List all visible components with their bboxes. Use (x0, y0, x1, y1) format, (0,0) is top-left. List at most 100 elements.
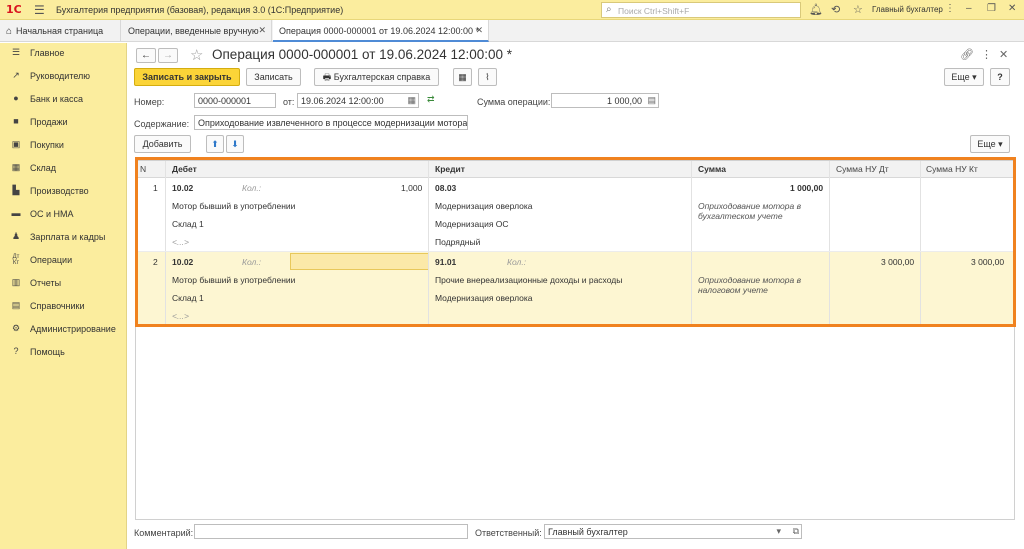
sidebar-item-reports[interactable]: ▥ Отчеты (0, 274, 127, 292)
tab-manual-operations[interactable]: Операции, введенные вручную ✕ (122, 20, 272, 42)
operation-sum-field[interactable]: 1 000,00 ▤ (551, 93, 659, 108)
sidebar-item-label: Покупки (30, 140, 64, 150)
sidebar-item-label: Отчеты (30, 278, 62, 288)
sidebar-item-fixed-assets[interactable]: ▬ ОС и НМА (0, 205, 127, 223)
sidebar-item-label: Главное (30, 48, 65, 58)
calendar-icon[interactable]: ▦ (407, 95, 416, 106)
chevron-down-icon: ▾ (972, 72, 977, 82)
sidebar-item-administration[interactable]: ⚙ Администрирование (0, 320, 127, 338)
postings-button[interactable]: ▦ (453, 68, 472, 86)
sidebar-item-purchases[interactable]: ▣ Покупки (0, 136, 127, 154)
move-down-button[interactable]: ⬇ (226, 135, 244, 153)
menu-icon: ☰ (11, 47, 21, 57)
responsible-field[interactable]: Главный бухгалтер ▾ ⧉ (544, 524, 802, 539)
sidebar-item-sales[interactable]: ■ Продажи (0, 113, 127, 131)
close-form-icon[interactable]: ✕ (999, 48, 1008, 61)
tab-bar: ⌂ Начальная страница Операции, введенные … (0, 20, 1024, 42)
sidebar-item-warehouse[interactable]: ▦ Склад (0, 159, 127, 177)
sidebar-item-label: Операции (30, 255, 73, 265)
sidebar-item-main[interactable]: ☰ Главное (0, 44, 127, 62)
more-button[interactable]: Еще ▾ (944, 68, 984, 86)
main-menu-icon[interactable]: ☰ (34, 3, 45, 17)
sidebar-item-label: Банк и касса (30, 94, 83, 104)
content-field[interactable]: Оприходование извлеченного в процессе мо… (194, 115, 468, 130)
sidebar: ☰ Главное ↗ Руководителю ● Банк и касса ■ Пр… (0, 43, 127, 549)
factory-icon: ▙ (12, 185, 20, 195)
sidebar-item-label: Справочники (30, 301, 85, 311)
truck-icon: ▬ (11, 208, 21, 218)
forward-button[interactable]: → (158, 48, 178, 63)
current-user[interactable]: Главный бухгалтер (872, 5, 943, 14)
table-more-label: Еще (977, 139, 996, 149)
paperclip-icon: ⌇ (485, 72, 490, 82)
attach-file-button[interactable]: ⌇ (478, 68, 497, 86)
link-icon[interactable]: 🔗︎ (960, 48, 974, 61)
save-button[interactable]: Записать (246, 68, 301, 86)
more-label: Еще (951, 72, 970, 82)
document-form: ← → ☆ Операция 0000-000001 от 19.06.2024… (128, 43, 1024, 549)
gear-icon: ⚙ (11, 323, 21, 333)
basket-icon: ▣ (11, 139, 21, 149)
home-icon: ⌂ (6, 26, 13, 37)
bell-icon[interactable]: 🔔︎ (809, 3, 823, 16)
arrow-right-icon: → (163, 50, 173, 61)
sidebar-item-directories[interactable]: ▤ Справочники (0, 297, 127, 315)
comment-field[interactable] (194, 524, 468, 539)
minimize-icon[interactable]: – (966, 3, 972, 14)
app-logo: 1С (6, 3, 22, 16)
sidebar-item-label: Зарплата и кадры (30, 232, 106, 242)
global-search-input[interactable]: ⌕ Поиск Ctrl+Shift+F (601, 2, 801, 18)
sidebar-item-salary[interactable]: ♟ Зарплата и кадры (0, 228, 127, 246)
back-button[interactable]: ← (136, 48, 156, 63)
close-window-icon[interactable]: ✕ (1008, 3, 1016, 14)
settings-menu-icon[interactable]: ⋮ (945, 3, 955, 14)
add-row-button[interactable]: Добавить (134, 135, 191, 153)
close-tab-icon[interactable]: ✕ (258, 25, 266, 36)
tab-label: Операции, введенные вручную (128, 26, 259, 36)
sidebar-item-operations[interactable]: Дт Кт Операции (0, 251, 127, 269)
arrow-up-icon: ⬆ (211, 139, 219, 149)
date-field[interactable]: 19.06.2024 12:00:00 ▦ (297, 93, 419, 108)
printer-icon: 🖶 (322, 72, 332, 82)
question-icon: ? (13, 346, 19, 356)
trend-icon: ↗ (12, 70, 20, 80)
favorite-star-icon[interactable]: ☆ (190, 46, 203, 64)
accounting-report-button[interactable]: 🖶 Бухгалтерская справка (314, 68, 439, 86)
date-correction-icon[interactable]: ⇄ (427, 94, 435, 105)
sidebar-item-label: Производство (30, 186, 89, 196)
help-button[interactable]: ? (990, 68, 1010, 86)
favorites-star-icon[interactable]: ☆ (853, 3, 863, 16)
app-title: Бухгалтерия предприятия (базовая), редак… (56, 5, 344, 15)
tab-operation-document[interactable]: Операция 0000-000001 от 19.06.2024 12:00… (273, 20, 489, 42)
number-field[interactable]: 0000-000001 (194, 93, 276, 108)
open-icon[interactable]: ⧉ (793, 526, 799, 537)
sidebar-item-help[interactable]: ? Помощь (0, 343, 127, 361)
calculator-icon[interactable]: ▤ (647, 95, 656, 106)
save-and-close-button[interactable]: Записать и закрыть (134, 68, 240, 86)
sidebar-item-label: ОС и НМА (30, 209, 74, 219)
history-icon[interactable]: ⟲ (831, 3, 840, 16)
highlighted-entries-area (135, 157, 1016, 327)
sidebar-item-bank[interactable]: ● Банк и касса (0, 90, 127, 108)
operation-sum-label: Сумма операции: (477, 97, 551, 107)
dropdown-arrow-icon[interactable]: ▾ (776, 526, 781, 537)
sidebar-item-label: Руководителю (30, 71, 91, 81)
table-more-button[interactable]: Еще ▾ (970, 135, 1010, 153)
sidebar-item-production[interactable]: ▙ Производство (0, 182, 127, 200)
accounting-report-label: Бухгалтерская справка (333, 72, 431, 82)
dt-kt-icon: Дт Кт (12, 254, 20, 266)
sidebar-item-manager[interactable]: ↗ Руководителю (0, 67, 127, 85)
sidebar-item-label: Склад (30, 163, 57, 173)
restore-icon[interactable]: ❐ (987, 3, 996, 14)
more-actions-icon[interactable]: ⋮ (981, 48, 992, 61)
close-tab-icon[interactable]: ✕ (475, 25, 483, 36)
chart-icon: ▥ (11, 277, 21, 287)
date-label: от: (283, 97, 295, 107)
chevron-down-icon: ▾ (998, 139, 1003, 149)
operation-sum-value: 1 000,00 (606, 96, 642, 106)
search-icon: ⌕ (606, 4, 612, 15)
tab-home[interactable]: ⌂ Начальная страница (0, 20, 121, 42)
move-up-button[interactable]: ⬆ (206, 135, 224, 153)
book-icon: ▤ (11, 300, 21, 310)
arrow-left-icon: ← (141, 50, 151, 61)
